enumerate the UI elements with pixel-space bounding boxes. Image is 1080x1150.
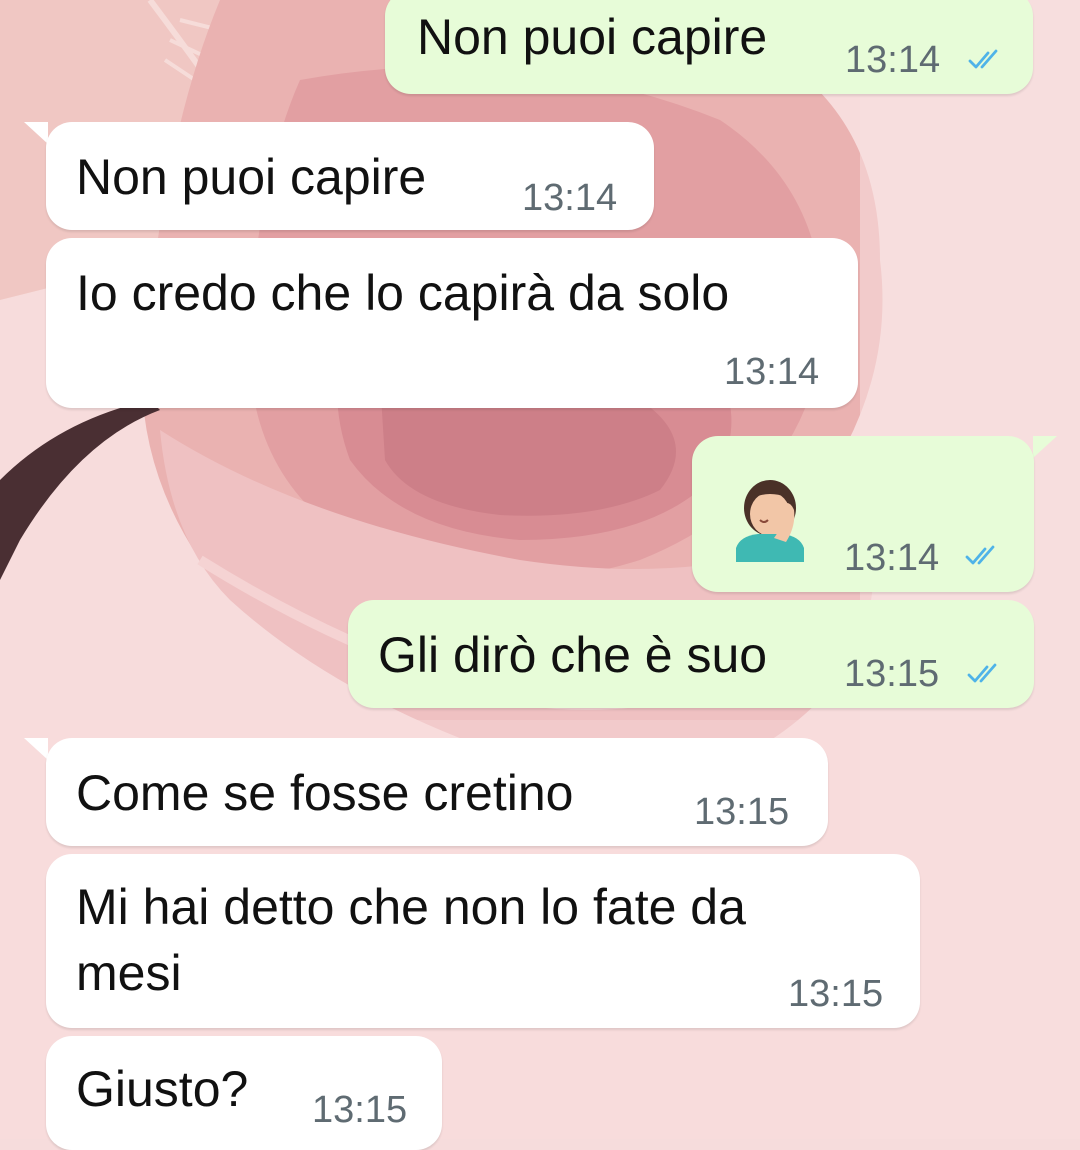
outgoing-message[interactable]: 13:14	[692, 436, 1034, 592]
message-time: 13:15	[844, 653, 940, 695]
read-double-tick-icon	[968, 49, 998, 69]
message-text-line-1: Mi hai detto che non lo fate da	[76, 879, 746, 935]
message-time: 13:14	[522, 177, 618, 219]
bubble-tail	[24, 738, 48, 760]
bubble-tail	[1033, 436, 1057, 458]
incoming-message[interactable]: Mi hai detto che non lo fate da mesi 13:…	[46, 854, 920, 1028]
woman-facepalming-icon	[736, 480, 804, 562]
message-time: 13:14	[724, 351, 820, 393]
incoming-message[interactable]: Giusto? 13:15	[46, 1036, 442, 1150]
bubble-tail	[24, 122, 48, 144]
message-time: 13:14	[844, 537, 940, 579]
incoming-message[interactable]: Io credo che lo capirà da solo 13:14	[46, 238, 858, 408]
message-text: Giusto?	[76, 1061, 249, 1117]
message-text: Come se fosse cretino	[76, 765, 574, 821]
message-time: 13:15	[694, 791, 790, 833]
incoming-message[interactable]: Non puoi capire 13:14	[46, 122, 654, 230]
message-text: Gli dirò che è suo	[378, 627, 768, 683]
message-time: 13:15	[312, 1089, 408, 1131]
message-text: Non puoi capire	[76, 149, 427, 205]
incoming-message[interactable]: Come se fosse cretino 13:15	[46, 738, 828, 846]
message-text: Io credo che lo capirà da solo	[76, 265, 730, 321]
message-text-line-2: mesi	[76, 945, 182, 1001]
read-double-tick-icon	[965, 545, 995, 565]
outgoing-message[interactable]: Gli dirò che è suo 13:15	[348, 600, 1034, 708]
message-list[interactable]: Non puoi capire 13:14 Non puoi capire 13…	[0, 0, 1080, 1150]
outgoing-message[interactable]: Non puoi capire 13:14	[385, 0, 1033, 94]
read-double-tick-icon	[967, 663, 997, 683]
message-time: 13:14	[845, 39, 941, 81]
message-text: Non puoi capire	[417, 9, 768, 65]
message-time: 13:15	[788, 973, 884, 1015]
